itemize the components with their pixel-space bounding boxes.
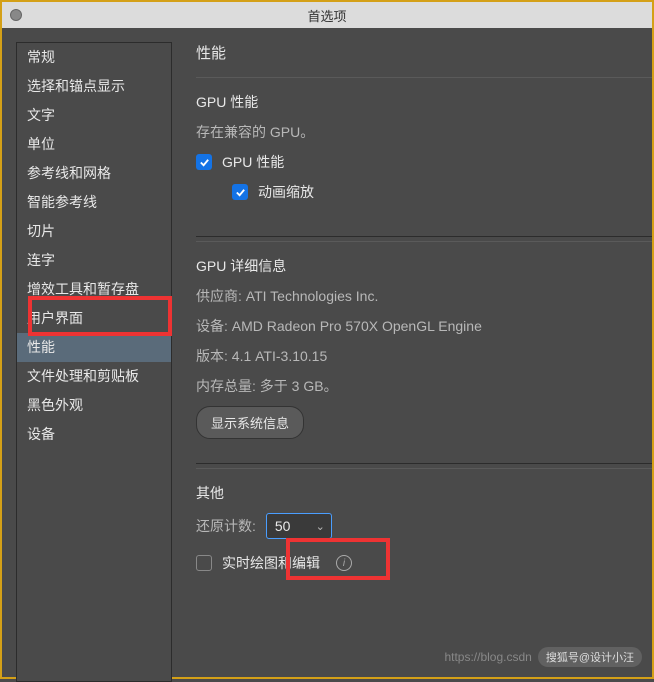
sidebar-item-performance[interactable]: 性能 — [17, 333, 171, 362]
device-value: AMD Radeon Pro 570X OpenGL Engine — [232, 318, 482, 334]
undo-count-value: 50 — [275, 518, 291, 534]
anim-zoom-checkbox-label: 动画缩放 — [258, 182, 314, 202]
memory-label: 内存总量: — [196, 378, 256, 394]
anim-zoom-checkbox-row[interactable]: 动画缩放 — [232, 182, 652, 202]
version-label: 版本: — [196, 348, 228, 364]
vendor-value: ATI Technologies Inc. — [246, 288, 379, 304]
realtime-draw-checkbox-row[interactable]: 实时绘图和编辑 i — [196, 553, 652, 573]
preferences-sidebar: 常规 选择和锚点显示 文字 单位 参考线和网格 智能参考线 切片 连字 增效工具… — [16, 42, 172, 682]
gpu-performance-checkbox-row[interactable]: GPU 性能 — [196, 152, 652, 172]
realtime-draw-label: 实时绘图和编辑 — [222, 553, 320, 573]
checkbox-checked-icon — [232, 184, 248, 200]
gpu-performance-checkbox-label: GPU 性能 — [222, 152, 284, 172]
other-section: 其他 还原计数: 50 ⌄ 实时绘图和编辑 i — [196, 468, 652, 607]
memory-value: 多于 3 GB。 — [260, 378, 338, 394]
watermark-url: https://blog.csdn — [444, 650, 531, 664]
checkbox-checked-icon — [196, 154, 212, 170]
other-section-title: 其他 — [196, 483, 652, 503]
device-label: 设备: — [196, 318, 228, 334]
page-title: 性能 — [196, 42, 652, 63]
gpu-version-line: 版本: 4.1 ATI-3.10.15 — [196, 346, 652, 366]
sidebar-item-devices[interactable]: 设备 — [17, 420, 171, 449]
info-icon[interactable]: i — [336, 555, 352, 571]
gpu-info-section-title: GPU 详细信息 — [196, 256, 652, 276]
window-button[interactable] — [10, 9, 22, 21]
undo-count-label: 还原计数: — [196, 516, 256, 536]
sidebar-item-file-clipboard[interactable]: 文件处理和剪贴板 — [17, 362, 171, 391]
vendor-label: 供应商: — [196, 288, 242, 304]
gpu-perf-section-title: GPU 性能 — [196, 92, 652, 112]
undo-count-select[interactable]: 50 ⌄ — [266, 513, 332, 539]
sidebar-item-units[interactable]: 单位 — [17, 130, 171, 159]
sidebar-item-ui[interactable]: 用户界面 — [17, 304, 171, 333]
sidebar-item-black-appearance[interactable]: 黑色外观 — [17, 391, 171, 420]
show-system-info-button[interactable]: 显示系统信息 — [196, 406, 304, 439]
gpu-memory-line: 内存总量: 多于 3 GB。 — [196, 376, 652, 396]
sidebar-item-guides-grid[interactable]: 参考线和网格 — [17, 159, 171, 188]
sidebar-item-smart-guides[interactable]: 智能参考线 — [17, 188, 171, 217]
watermark-pill: 搜狐号@设计小汪 — [538, 647, 642, 667]
checkbox-unchecked-icon — [196, 555, 212, 571]
gpu-compat-text: 存在兼容的 GPU。 — [196, 122, 652, 142]
sidebar-item-general[interactable]: 常规 — [17, 43, 171, 72]
sidebar-item-type[interactable]: 文字 — [17, 101, 171, 130]
watermark: https://blog.csdn 搜狐号@设计小汪 — [444, 647, 642, 667]
gpu-info-section: GPU 详细信息 供应商: ATI Technologies Inc. 设备: … — [196, 241, 652, 464]
gpu-vendor-line: 供应商: ATI Technologies Inc. — [196, 286, 652, 306]
sidebar-item-slices[interactable]: 切片 — [17, 217, 171, 246]
gpu-device-line: 设备: AMD Radeon Pro 570X OpenGL Engine — [196, 316, 652, 336]
chevron-down-icon: ⌄ — [316, 520, 325, 533]
version-value: 4.1 ATI-3.10.15 — [232, 348, 327, 364]
titlebar: 首选项 — [2, 2, 652, 28]
sidebar-item-hyphenation[interactable]: 连字 — [17, 246, 171, 275]
gpu-performance-section: GPU 性能 存在兼容的 GPU。 GPU 性能 动画缩放 — [196, 77, 652, 237]
window-title: 首选项 — [307, 6, 346, 25]
sidebar-item-selection-anchor[interactable]: 选择和锚点显示 — [17, 72, 171, 101]
sidebar-item-plugins-scratch[interactable]: 增效工具和暂存盘 — [17, 275, 171, 304]
main-panel: 性能 GPU 性能 存在兼容的 GPU。 GPU 性能 动画缩放 — [172, 42, 652, 677]
